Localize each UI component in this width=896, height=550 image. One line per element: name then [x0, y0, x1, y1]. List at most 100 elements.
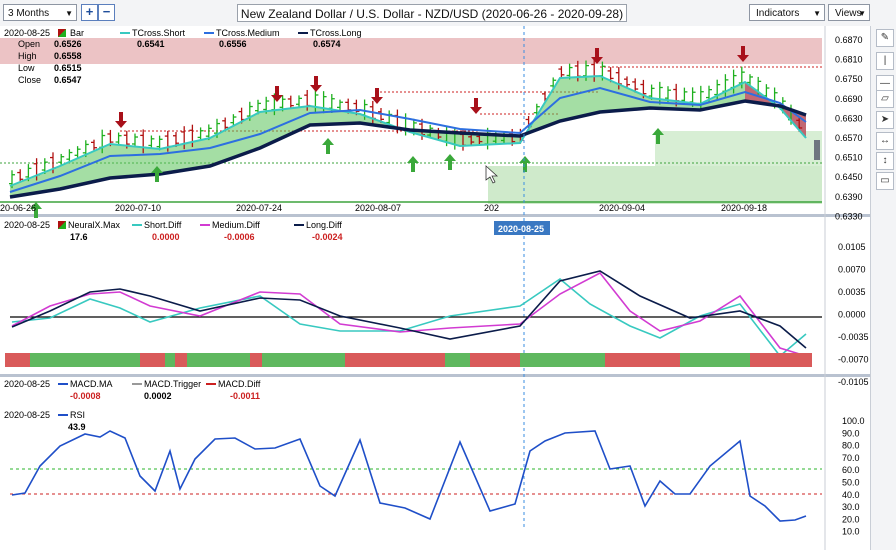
macd-ma-label: MACD.MA	[70, 379, 113, 389]
panel-divider[interactable]	[0, 374, 870, 377]
price-tick-label: 202	[484, 203, 499, 213]
price-tick-label: 0.6570	[835, 133, 863, 143]
neural-band	[5, 353, 812, 367]
medium-diff-label: Medium.Diff	[212, 220, 260, 230]
neural-band-segment	[470, 353, 520, 367]
cursor-icon[interactable]: ➤	[876, 111, 894, 129]
price-tick-label: 0.6450	[835, 172, 863, 182]
neural-band-segment	[250, 353, 262, 367]
price-tick-label: 0.6870	[835, 35, 863, 45]
comment-icon[interactable]: ▭	[876, 172, 894, 190]
high-label: High	[18, 51, 37, 61]
sell-arrow-icon	[595, 48, 599, 58]
buy-arrow-icon	[411, 162, 415, 172]
panel-divider[interactable]	[0, 214, 870, 217]
rsi-tick-label: 10.0	[842, 527, 860, 537]
rsi-tick-label: 50.0	[842, 478, 860, 488]
sell-arrow-icon	[314, 76, 318, 86]
neural-band-segment	[175, 353, 187, 367]
move-left-right-icon[interactable]: ↔	[876, 132, 894, 150]
long-diff-value: -0.0024	[312, 232, 343, 242]
rsi-value: 43.9	[68, 422, 86, 432]
macd-date: 2020-08-25	[4, 379, 50, 389]
neural-band-segment	[750, 353, 812, 367]
buy-arrow-icon	[448, 160, 452, 170]
rsi-tick-label: 20.0	[842, 514, 860, 524]
rsi-panel	[0, 407, 870, 550]
long-diff-label: Long.Diff	[306, 220, 342, 230]
price-tick-label: 2020-09-18	[721, 203, 767, 213]
zoom-out-button[interactable]: −	[98, 4, 115, 21]
price-tick-label: 2020-08-07	[355, 203, 401, 213]
rsi-tick-label: 40.0	[842, 490, 860, 500]
chevron-down-icon: ▼	[813, 9, 821, 18]
price-tick-label: 2020-07-24	[236, 203, 282, 213]
short-diff-label: Short.Diff	[144, 220, 182, 230]
top-toolbar: 3 Months ▼ + − New Zealand Dollar / U.S. …	[0, 0, 896, 27]
rsi-tick-label: 60.0	[842, 465, 860, 475]
sell-arrow-icon	[375, 88, 379, 98]
move-up-down-icon[interactable]: ↕	[876, 152, 894, 170]
price-tick-label: 0.6810	[835, 55, 863, 65]
chart-title: New Zealand Dollar / U.S. Dollar - NZD/U…	[237, 4, 627, 22]
legend-long-label: TCross.Long	[310, 28, 362, 38]
neural-band-segment	[165, 353, 175, 367]
support-zone	[655, 131, 822, 166]
neural-band-segment	[445, 353, 470, 367]
macd-trigger-label: MACD.Trigger	[144, 379, 201, 389]
neural-band-segment	[140, 353, 165, 367]
neural-band-segment	[262, 353, 345, 367]
legend-short-label: TCross.Short	[132, 28, 186, 38]
short-value: 0.6541	[137, 39, 165, 49]
sell-arrow-icon	[741, 46, 745, 56]
neural-band-segment	[345, 353, 445, 367]
macd-diff-label: MACD.Diff	[218, 379, 261, 389]
drawing-tools: ✎ | — ▱ ➤ ↔ ↕ ▭	[870, 26, 896, 550]
high-value: 0.6558	[54, 51, 82, 61]
rsi-tick-label: 80.0	[842, 441, 860, 451]
neural-date: 2020-08-25	[4, 220, 50, 230]
vertical-line-icon[interactable]: |	[876, 52, 894, 70]
neural-label: NeuralX.Max	[68, 220, 121, 230]
rsi-tick-label: 70.0	[842, 453, 860, 463]
pencil-icon[interactable]: ✎	[876, 29, 894, 47]
legend-date: 2020-08-25	[4, 28, 50, 38]
neural-band-segment	[187, 353, 250, 367]
price-tick-label: 0.6630	[835, 113, 863, 123]
medium-diff-value: -0.0006	[224, 232, 255, 242]
neural-tick-label: 0.0000	[838, 310, 866, 320]
neural-tick-label: -0.0035	[838, 332, 869, 342]
macd-diff-value: -0.0011	[230, 391, 260, 401]
neural-tick-label: 0.0070	[838, 265, 866, 275]
views-dropdown[interactable]: Views ▼	[828, 4, 870, 21]
buy-arrow-icon	[155, 172, 159, 182]
price-tick-label: 20-06-26	[0, 203, 36, 213]
scroll-handle[interactable]	[814, 140, 820, 160]
cursor-date: 2020-08-25	[498, 224, 544, 234]
timeframe-select[interactable]: 3 Months ▼	[3, 4, 77, 21]
price-tick-label: 0.6750	[835, 74, 863, 84]
indicators-dropdown[interactable]: Indicators ▼	[749, 4, 825, 21]
price-tick-label: 0.6390	[835, 192, 863, 202]
macd-ma-value: -0.0008	[70, 391, 101, 401]
timeframe-value: 3 Months	[8, 8, 50, 19]
eraser-icon[interactable]: ▱	[876, 90, 894, 108]
open-label: Open	[18, 39, 40, 49]
close-value: 0.6547	[54, 75, 82, 85]
price-tick-label: 2020-09-04	[599, 203, 645, 213]
rsi-date: 2020-08-25	[4, 410, 50, 420]
neural-band-segment	[30, 353, 140, 367]
support-zone	[488, 166, 822, 204]
low-label: Low	[18, 63, 35, 73]
zoom-in-button[interactable]: +	[81, 4, 98, 21]
neural-band-segment	[605, 353, 680, 367]
rsi-tick-label: 30.0	[842, 502, 860, 512]
sell-arrow-icon	[474, 98, 478, 108]
buy-arrow-icon	[326, 144, 330, 154]
chevron-down-icon: ▼	[65, 9, 73, 18]
neural-band-segment	[680, 353, 750, 367]
legend-medium-label: TCross.Medium	[216, 28, 280, 38]
price-tick-label: 0.6330	[835, 211, 863, 221]
rsi-tick-label: 90.0	[842, 428, 860, 438]
chart-area[interactable]: 2020-08-25 Bar TCross.Short TCross.Mediu…	[0, 26, 870, 550]
